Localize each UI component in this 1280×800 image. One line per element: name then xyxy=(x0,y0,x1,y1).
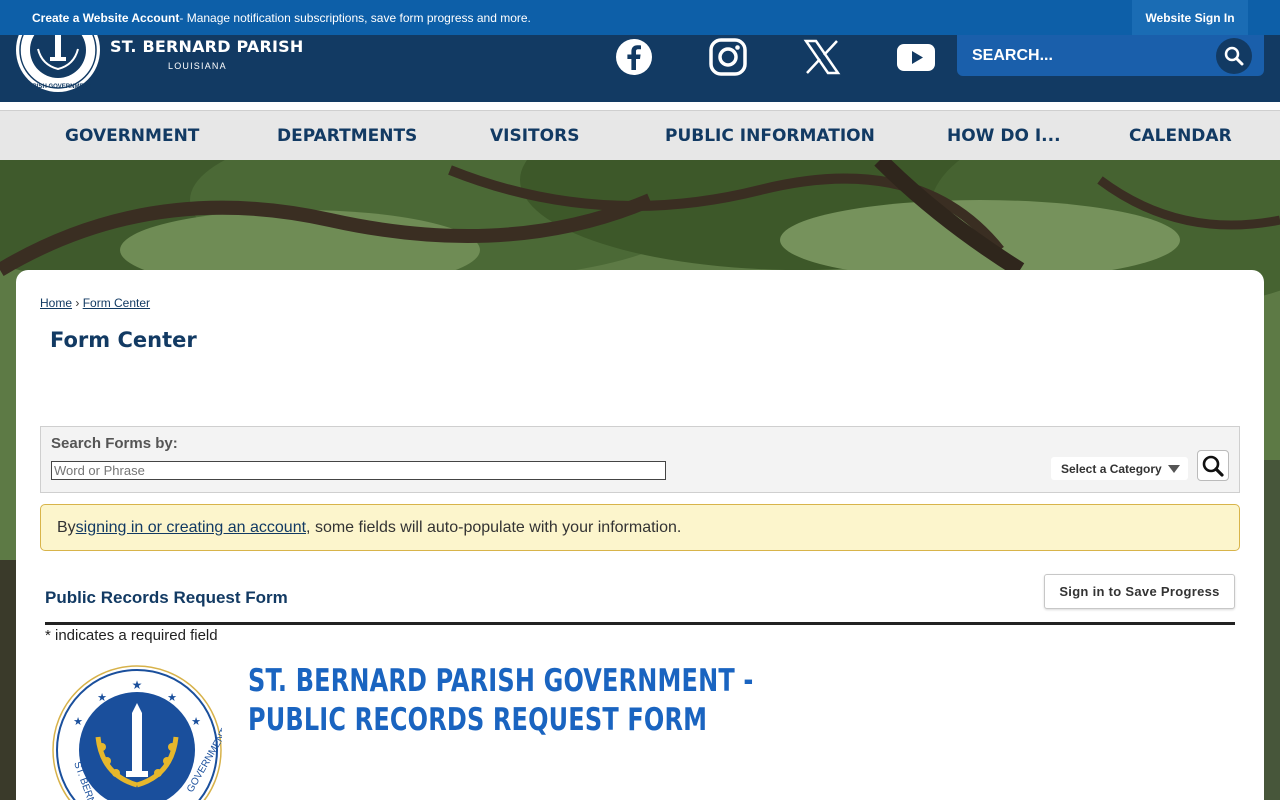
site-title[interactable]: ST. BERNARD PARISH xyxy=(110,37,303,56)
page-title: Form Center xyxy=(50,328,197,352)
required-field-note: * indicates a required field xyxy=(45,627,218,644)
search-forms-label: Search Forms by: xyxy=(51,435,178,452)
svg-text:★: ★ xyxy=(73,716,83,728)
nav-item-visitors[interactable]: VISITORS xyxy=(490,111,579,161)
header-divider xyxy=(0,102,1280,110)
site-subtitle: LOUISIANA xyxy=(168,61,227,71)
x-icon[interactable] xyxy=(802,37,842,77)
dropdown-arrow-icon xyxy=(1168,465,1180,473)
breadcrumb-separator: › xyxy=(72,296,83,310)
facebook-icon[interactable] xyxy=(614,37,654,77)
autofill-notice: By signing in or creating an account , s… xyxy=(40,504,1240,551)
svg-text:★: ★ xyxy=(132,678,143,692)
website-sign-in-button[interactable]: Website Sign In xyxy=(1132,0,1248,35)
svg-text:★: ★ xyxy=(191,716,201,728)
category-select[interactable]: Select a Category xyxy=(1051,457,1188,480)
form-search-button[interactable] xyxy=(1197,450,1229,481)
svg-text:PARISH GOVERNMENT: PARISH GOVERNMENT xyxy=(25,84,92,90)
breadcrumb-form-center-link[interactable]: Form Center xyxy=(83,296,150,310)
breadcrumb: Home › Form Center xyxy=(40,296,150,310)
main-nav: GOVERNMENT DEPARTMENTS VISITORS PUBLIC I… xyxy=(0,110,1280,160)
nav-item-departments[interactable]: DEPARTMENTS xyxy=(277,111,417,161)
nav-item-calendar[interactable]: CALENDAR xyxy=(1129,111,1232,161)
youtube-icon[interactable] xyxy=(896,37,936,77)
form-title: Public Records Request Form xyxy=(45,588,288,607)
search-icon xyxy=(1224,46,1244,66)
instagram-icon[interactable] xyxy=(708,37,748,77)
svg-text:★: ★ xyxy=(167,692,177,704)
form-search-panel: Search Forms by: Select a Category xyxy=(40,426,1240,493)
notice-prefix: By xyxy=(57,518,76,536)
account-banner: Create a Website Account - Manage notifi… xyxy=(0,0,1280,35)
nav-item-public-information[interactable]: PUBLIC INFORMATION xyxy=(665,111,875,161)
site-search-button[interactable] xyxy=(1216,38,1252,74)
create-account-link[interactable]: Create a Website Account xyxy=(32,11,179,25)
breadcrumb-home-link[interactable]: Home xyxy=(40,296,72,310)
parish-government-seal: ★ ★ ★ ★ ★ ST. BERN GOVERNMENT xyxy=(52,665,222,800)
parish-seal-logo[interactable]: PARISH GOVERNMENT xyxy=(16,35,101,93)
search-icon xyxy=(1202,455,1224,477)
nav-item-government[interactable]: GOVERNMENT xyxy=(65,111,199,161)
sign-in-create-account-link[interactable]: signing in or creating an account xyxy=(76,519,306,537)
site-search-input[interactable] xyxy=(957,35,1207,76)
category-select-label: Select a Category xyxy=(1061,461,1162,476)
account-banner-description: - Manage notification subscriptions, sav… xyxy=(179,10,531,25)
notice-suffix: , some fields will auto-populate with yo… xyxy=(306,518,682,536)
form-title-divider xyxy=(45,622,1235,625)
form-search-input[interactable] xyxy=(51,461,666,480)
site-header: PARISH GOVERNMENT ST. BERNARD PARISH LOU… xyxy=(0,0,1280,102)
svg-text:★: ★ xyxy=(97,692,107,704)
content-card: Home › Form Center Form Center Search Fo… xyxy=(16,270,1264,800)
nav-item-how-do-i[interactable]: HOW DO I... xyxy=(947,111,1061,161)
save-progress-button[interactable]: Sign in to Save Progress xyxy=(1044,574,1235,609)
form-heading: ST. BERNARD PARISH GOVERNMENT - PUBLIC R… xyxy=(248,663,754,738)
